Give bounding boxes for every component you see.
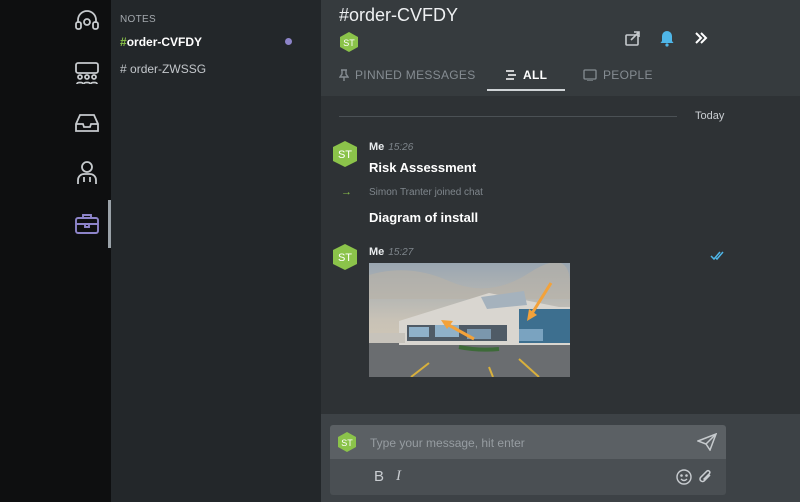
bell-icon[interactable] [657,28,677,48]
emoji-icon[interactable] [676,469,692,489]
unread-dot [285,38,292,45]
tab-label: PINNED MESSAGES [355,68,476,82]
support-icon[interactable] [68,2,106,40]
author-name: Me [369,246,385,258]
icon-rail [0,0,111,502]
channel-label: order-ZWSSG [130,62,207,76]
message-composer: ST [330,425,726,459]
list-icon [506,70,516,80]
title-text: order-CVFDY [349,5,459,25]
channel-list: NOTES #order-CVFDY # order-ZWSSG [111,0,321,502]
svg-text:ST: ST [338,149,352,161]
avatar[interactable]: ST [338,31,360,58]
tab-label: PEOPLE [603,68,653,82]
channel-hash: # [120,35,127,49]
italic-button[interactable]: I [396,468,401,485]
day-divider [339,116,677,117]
tab-bar: PINNED MESSAGES ALL PEOPLE [321,62,800,92]
tab-label: ALL [523,68,548,82]
read-receipt-icon [710,248,724,266]
channel-label: order-CVFDY [126,35,203,49]
message-time: 15:26 [388,142,414,153]
svg-text:ST: ST [343,38,355,48]
chat-header: #order-CVFDY ST PINNED MESSAGES ALL PEOP… [321,0,800,96]
message-author: Me 15:26 [369,141,413,153]
svg-text:ST: ST [338,252,352,264]
briefcase-icon[interactable] [68,205,106,243]
title-hash: # [339,5,350,25]
channel-item[interactable]: # order-ZWSSG [120,62,206,76]
avatar: ST [336,431,358,458]
bold-button[interactable]: B [374,468,384,485]
inbox-icon[interactable] [68,104,106,142]
message-input[interactable] [368,433,692,453]
tab-people[interactable]: PEOPLE [583,68,653,82]
svg-text:ST: ST [341,438,353,448]
tab-active-underline [487,89,565,91]
expand-icon[interactable] [691,28,711,48]
share-icon[interactable] [623,28,643,48]
system-message: Simon Tranter joined chat [369,187,483,198]
team-icon[interactable] [68,54,106,92]
people-icon [583,69,597,81]
avatar[interactable]: ST [331,243,359,276]
message-author: Me 15:27 [369,246,413,258]
tab-all[interactable]: ALL [505,68,547,82]
send-icon[interactable] [695,432,718,452]
image-attachment[interactable] [369,263,570,377]
chat-panel: #order-CVFDY ST PINNED MESSAGES ALL PEOP… [321,0,800,502]
tab-pinned[interactable]: PINNED MESSAGES [339,68,476,82]
format-toolbar: B I [330,459,726,495]
section-label: NOTES [120,14,156,25]
attach-icon[interactable] [698,469,714,489]
join-arrow-icon: → [341,186,352,198]
contacts-icon[interactable] [68,154,106,192]
day-label: Today [695,110,725,122]
message-text: Diagram of install [369,210,479,225]
channel-item-active[interactable]: #order-CVFDY [120,35,202,49]
pin-icon [339,69,349,81]
page-title: #order-CVFDY [339,5,458,26]
message-time: 15:27 [388,247,414,258]
message-feed[interactable]: Today ST Me 15:26 Risk Assessment → Simon… [321,96,800,414]
channel-hash: # [120,62,127,76]
author-name: Me [369,141,385,153]
message-text: Risk Assessment [369,160,477,175]
avatar[interactable]: ST [331,140,359,173]
